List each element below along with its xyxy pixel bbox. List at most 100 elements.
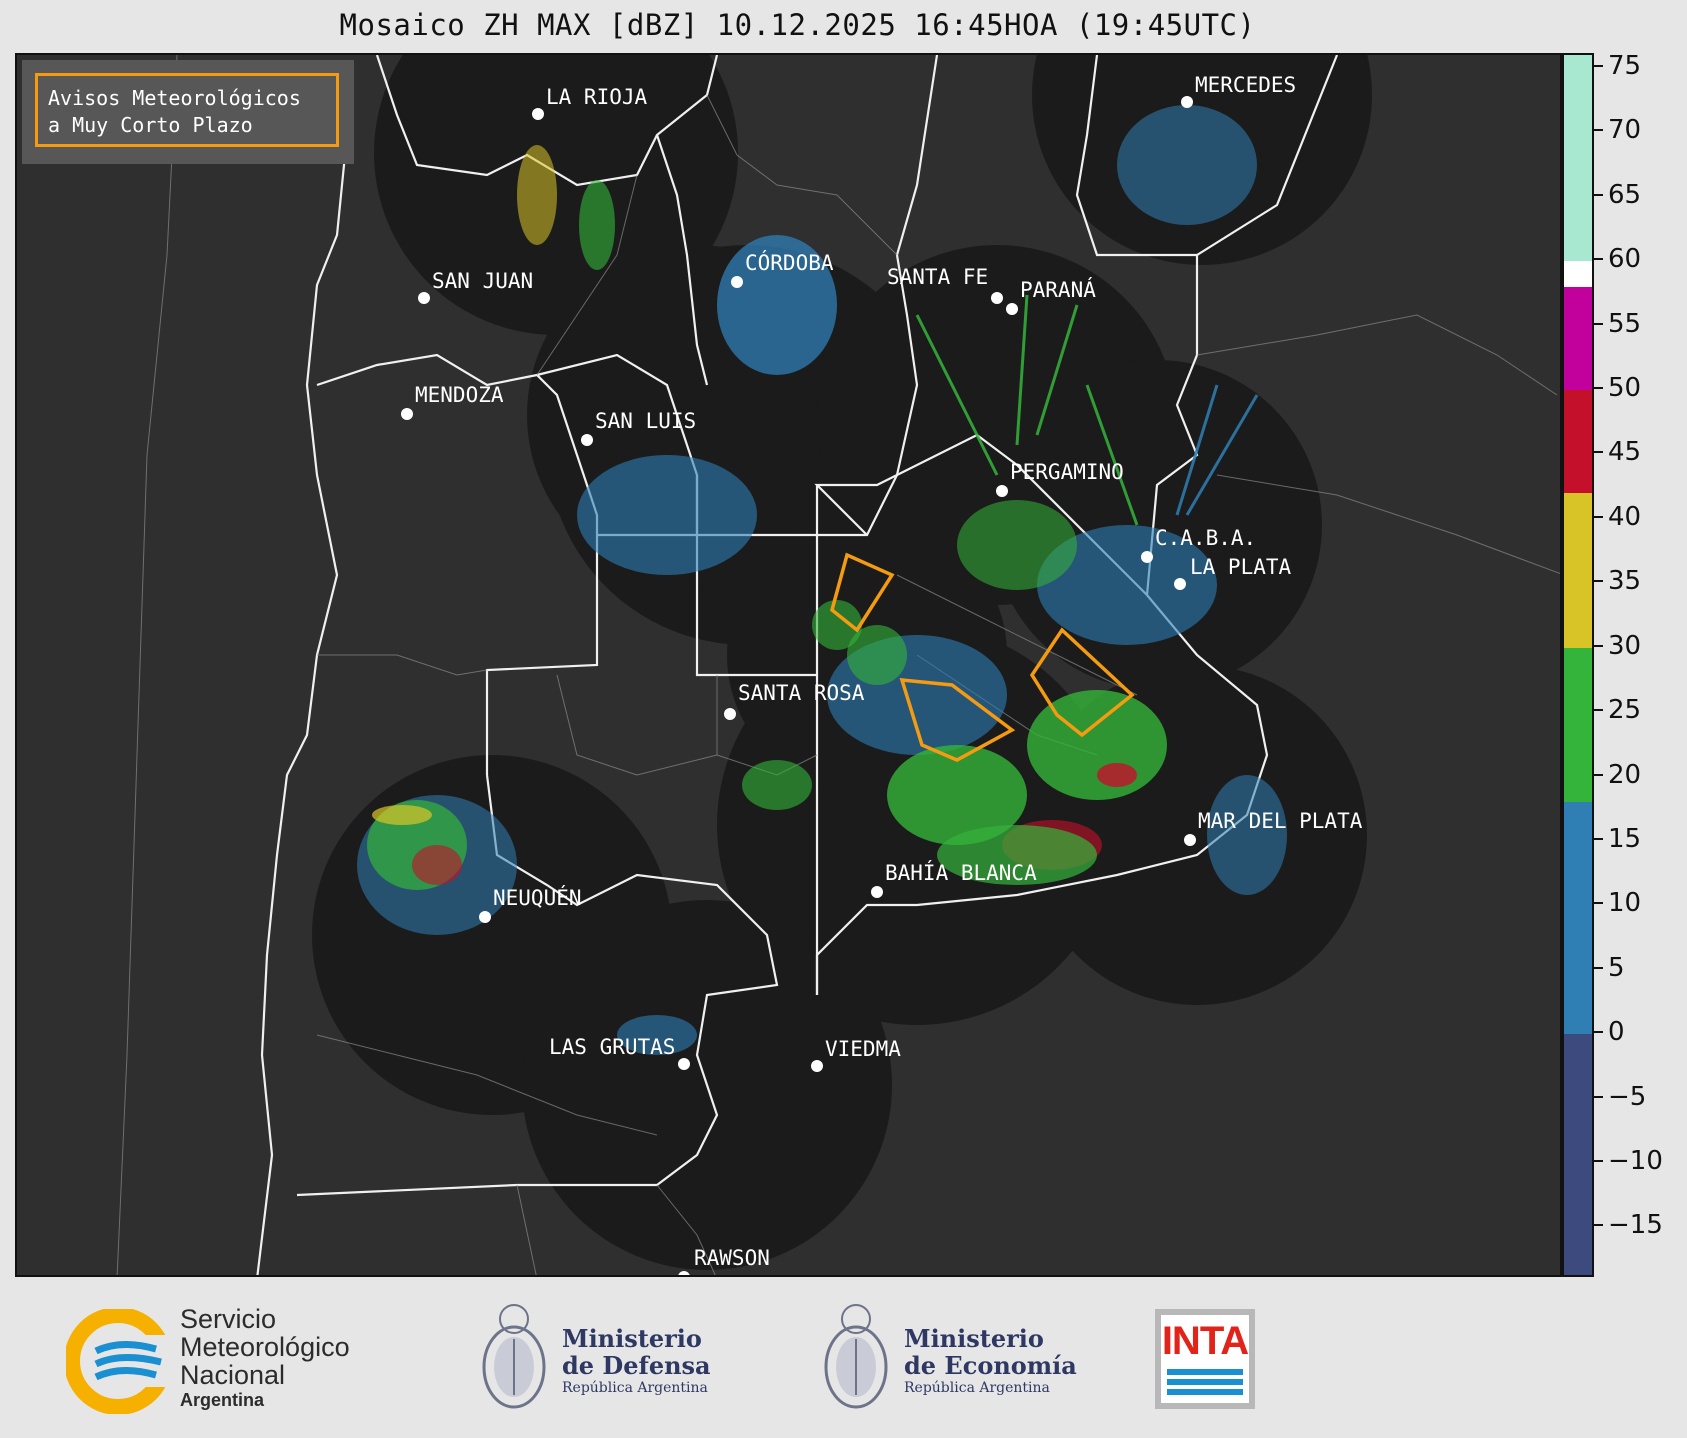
colorbar-tick-label: 70 xyxy=(1608,115,1642,146)
colorbar-band xyxy=(1564,286,1592,390)
city-marker xyxy=(401,408,413,420)
defensa-line-2: de Defensa xyxy=(562,1351,711,1380)
colorbar-tick xyxy=(1594,709,1603,712)
city-marker xyxy=(871,886,883,898)
defensa-logo-text: Ministerio de Defensa República Argentin… xyxy=(562,1325,711,1397)
radar-map-canvas: LA RIOJA MERCEDES CÓRDOBA SAN JUAN SANTA FE P… xyxy=(116,55,1560,1275)
radar-map[interactable]: LA RIOJA MERCEDES CÓRDOBA SAN JUAN SANTA FE P… xyxy=(15,53,1562,1277)
city-label: MAR DEL PLATA xyxy=(1198,809,1363,833)
colorbar-tick-label: 60 xyxy=(1608,244,1642,275)
colorbar-tick xyxy=(1594,580,1603,583)
city-marker xyxy=(811,1060,823,1072)
city-marker xyxy=(678,1058,690,1070)
colorbar-tick xyxy=(1594,1160,1603,1163)
colorbar-tick xyxy=(1594,1095,1603,1098)
colorbar-tick-label: 65 xyxy=(1608,179,1642,210)
colorbar-band xyxy=(1564,389,1592,494)
city-marker xyxy=(1006,303,1018,315)
colorbar-tick-label: 50 xyxy=(1608,372,1642,403)
colorbar-band xyxy=(1564,802,1592,1035)
city-marker xyxy=(996,485,1008,497)
smn-line-4: Argentina xyxy=(180,1390,265,1410)
colorbar-tick-label: −5 xyxy=(1608,1081,1647,1112)
economia-line-1: Ministerio xyxy=(904,1324,1044,1353)
colorbar-tick xyxy=(1594,258,1603,261)
colorbar-tick-label: 55 xyxy=(1608,308,1642,339)
colorbar-tick-label: 5 xyxy=(1608,952,1625,983)
city-label: BAHÍA BLANCA xyxy=(885,860,1037,885)
smn-logo-icon xyxy=(64,1307,172,1415)
city-marker xyxy=(1184,834,1196,846)
defensa-line-3: República Argentina xyxy=(562,1380,708,1396)
inta-logo: INTA xyxy=(1155,1309,1255,1409)
city-label: SANTA FE xyxy=(887,265,988,289)
warnings-legend: Avisos Meteorológicos a Muy Corto Plazo xyxy=(35,73,339,147)
city-marker xyxy=(1181,96,1193,108)
economia-line-2: de Economía xyxy=(904,1351,1077,1380)
colorbar-tick-label: 25 xyxy=(1608,695,1642,726)
city-label: VIEDMA xyxy=(825,1037,901,1061)
city-label: PERGAMINO xyxy=(1010,460,1124,484)
colorbar-band xyxy=(1564,55,1592,262)
colorbar-tick xyxy=(1594,451,1603,454)
city-marker xyxy=(581,434,593,446)
colorbar-tick-label: −15 xyxy=(1608,1210,1663,1241)
colorbar-tick-label: 15 xyxy=(1608,823,1642,854)
colorbar-tick-label: 20 xyxy=(1608,759,1642,790)
colorbar-tick xyxy=(1594,386,1603,389)
city-label: LA RIOJA xyxy=(546,85,648,109)
colorbar-tick xyxy=(1594,773,1603,776)
city-marker xyxy=(532,108,544,120)
city-marker xyxy=(418,292,430,304)
colorbar-tick xyxy=(1594,322,1603,325)
colorbar-tick xyxy=(1594,129,1603,132)
city-marker xyxy=(479,911,491,923)
map-title: Mosaico ZH MAX [dBZ] 10.12.2025 16:45HOA… xyxy=(339,8,1256,42)
city-label: SANTA ROSA xyxy=(738,681,865,705)
smn-line-1: Servicio xyxy=(180,1304,277,1334)
city-label: LA PLATA xyxy=(1190,555,1292,579)
defensa-line-1: Ministerio xyxy=(562,1324,702,1353)
city-label: NEUQUÉN xyxy=(493,885,582,910)
colorbar-tick-label: 30 xyxy=(1608,630,1642,661)
city-label: PARANÁ xyxy=(1020,277,1096,302)
inta-logo-text: INTA xyxy=(1161,1319,1249,1363)
smn-line-2: Meteorológico xyxy=(180,1332,350,1362)
colorbar-tick-label: 45 xyxy=(1608,437,1642,468)
colorbar-tick xyxy=(1594,64,1603,67)
city-marker xyxy=(1174,578,1186,590)
colorbar-tick-label: 0 xyxy=(1608,1017,1625,1048)
smn-logo-text: Servicio Meteorológico Nacional Argentin… xyxy=(180,1305,350,1411)
city-label: RAWSON xyxy=(694,1246,770,1270)
city-marker xyxy=(678,1271,690,1275)
city-label: LAS GRUTAS xyxy=(549,1035,675,1059)
city-marker xyxy=(1141,551,1153,563)
economia-line-3: República Argentina xyxy=(904,1380,1050,1396)
colorbar-tick-label: −10 xyxy=(1608,1146,1663,1177)
colorbar-band xyxy=(1564,261,1592,287)
colorbar-tick xyxy=(1594,193,1603,196)
city-label: SAN JUAN xyxy=(432,269,533,293)
colorbar-tick xyxy=(1594,644,1603,647)
city-marker xyxy=(991,292,1003,304)
colorbar-tick xyxy=(1594,837,1603,840)
colorbar-tick xyxy=(1594,515,1603,518)
city-label: SAN LUIS xyxy=(595,409,696,433)
colorbar-tick-label: 40 xyxy=(1608,501,1642,532)
colorbar-tick xyxy=(1594,1224,1603,1227)
defensa-seal-icon xyxy=(478,1297,550,1417)
colorbar-tick xyxy=(1594,966,1603,969)
colorbar-tick-label: 75 xyxy=(1608,50,1642,81)
city-label: MERCEDES xyxy=(1195,73,1296,97)
colorbar-tick xyxy=(1594,902,1603,905)
colorbar-tick-label: 35 xyxy=(1608,566,1642,597)
smn-line-3: Nacional xyxy=(180,1360,286,1390)
economia-seal-icon xyxy=(820,1297,892,1417)
colorbar xyxy=(1562,53,1594,1277)
legend-line-1: Avisos Meteorológicos xyxy=(48,86,301,110)
logo-strip: Servicio Meteorológico Nacional Argentin… xyxy=(0,1285,1687,1438)
legend-line-2: a Muy Corto Plazo xyxy=(48,113,253,137)
city-label: C.A.B.A. xyxy=(1155,526,1256,550)
city-label: CÓRDOBA xyxy=(745,250,834,275)
city-marker xyxy=(731,276,743,288)
